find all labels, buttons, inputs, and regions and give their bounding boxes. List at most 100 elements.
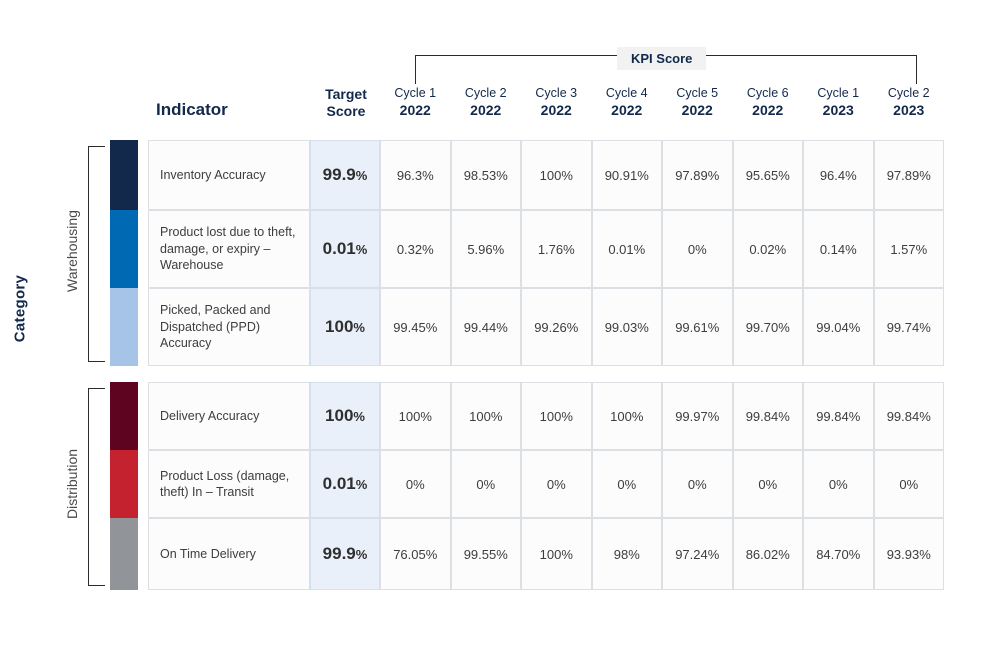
- cycle-year: 2022: [752, 101, 784, 118]
- column-header-cycle-2: Cycle 2 2022: [451, 86, 522, 119]
- kpi-value: 0.32%: [396, 241, 434, 257]
- cycle-name: Cycle 6: [746, 86, 789, 100]
- column-header-cycle-7: Cycle 1 2023: [803, 86, 874, 119]
- kpi-value: 98%: [613, 546, 640, 562]
- indicator-cell: Inventory Accuracy: [148, 140, 310, 210]
- kpi-value: 0%: [828, 476, 848, 492]
- kpi-value-cell: 0.14%: [803, 210, 874, 288]
- cycle-name: Cycle 3: [535, 86, 578, 100]
- kpi-value: 0%: [405, 476, 425, 492]
- kpi-value-cell: 0.32%: [380, 210, 451, 288]
- category-axis-label: Category: [11, 274, 29, 343]
- kpi-value-cell: 99.97%: [662, 382, 733, 450]
- target-score-percent-sign: %: [355, 242, 368, 257]
- table-row[interactable]: Inventory Accuracy 99.9% 96.3% 98.53% 100% 90…: [148, 140, 944, 210]
- cycle-year: 2022: [470, 101, 502, 118]
- kpi-value-cell: 99.74%: [873, 288, 944, 366]
- cycle-name: Cycle 1: [394, 86, 437, 100]
- target-score-label-line2: Score: [326, 102, 366, 119]
- kpi-value: 99.70%: [745, 319, 790, 335]
- kpi-value-cell: 99.61%: [662, 288, 733, 366]
- kpi-value: 100%: [539, 167, 573, 183]
- target-score-percent-sign: %: [355, 547, 368, 562]
- column-header-cycle-1: Cycle 1 2022: [380, 86, 451, 119]
- indicator-cell: Delivery Accuracy: [148, 382, 310, 450]
- table-row[interactable]: Product lost due to theft, damage, or ex…: [148, 210, 944, 288]
- kpi-value: 99.44%: [463, 319, 508, 335]
- cycle-name: Cycle 2: [887, 86, 930, 100]
- target-score-cell: 100%: [310, 288, 380, 366]
- target-score-percent-sign: %: [355, 477, 368, 492]
- kpi-value-cell: 99.84%: [732, 382, 803, 450]
- kpi-value: 0%: [758, 476, 778, 492]
- kpi-value-cell: 5.96%: [450, 210, 521, 288]
- kpi-value: 97.89%: [886, 167, 931, 183]
- kpi-value-cell: 0%: [521, 450, 592, 518]
- indicator-cell: On Time Delivery: [148, 518, 310, 590]
- kpi-value-cell: 95.65%: [732, 140, 803, 210]
- kpi-value-cell: 76.05%: [380, 518, 451, 590]
- kpi-value-cell: 100%: [521, 140, 592, 210]
- kpi-value-cell: 0%: [450, 450, 521, 518]
- kpi-value-cell: 100%: [591, 382, 662, 450]
- kpi-value-cell: 0.02%: [732, 210, 803, 288]
- target-score-value: 100%: [325, 406, 365, 426]
- target-score-number: 0.01: [322, 239, 356, 258]
- kpi-value-cell: 100%: [380, 382, 451, 450]
- kpi-value-cell: 99.45%: [380, 288, 451, 366]
- kpi-value: 0.14%: [819, 241, 857, 257]
- cycle-year: 2022: [540, 101, 572, 118]
- kpi-value: 99.03%: [604, 319, 649, 335]
- row-color-swatch: [110, 518, 138, 590]
- kpi-value: 98.53%: [463, 167, 508, 183]
- group-label-distribution: Distribution: [64, 448, 80, 520]
- kpi-value: 97.24%: [675, 546, 720, 562]
- column-header-cycle-4: Cycle 4 2022: [592, 86, 663, 119]
- kpi-value-cell: 99.84%: [803, 382, 874, 450]
- kpi-value: 99.26%: [534, 319, 579, 335]
- target-score-number: 99.9: [322, 165, 356, 184]
- kpi-value-cell: 0%: [732, 450, 803, 518]
- kpi-value-cell: 98%: [591, 518, 662, 590]
- table-row[interactable]: Picked, Packed and Dispatched (PPD) Accu…: [148, 288, 944, 366]
- table-row[interactable]: On Time Delivery 99.9% 76.05% 99.55% 100% 98%…: [148, 518, 944, 590]
- table-group-distribution: Delivery Accuracy 100% 100% 100% 100% 100% 99.…: [148, 382, 944, 590]
- group-bracket-warehousing: [88, 146, 105, 362]
- kpi-value: 84.70%: [816, 546, 861, 562]
- kpi-value: 99.04%: [816, 319, 861, 335]
- cycle-year: 2022: [611, 101, 643, 118]
- kpi-value-cell: 0%: [662, 450, 733, 518]
- kpi-score-group-label: KPI Score: [617, 47, 707, 70]
- cycle-year: 2023: [822, 101, 854, 118]
- target-score-percent-sign: %: [353, 409, 365, 424]
- table-row[interactable]: Product Loss (damage, theft) In – Transi…: [148, 450, 944, 518]
- kpi-value: 0.02%: [749, 241, 787, 257]
- target-score-cell: 100%: [310, 382, 380, 450]
- kpi-value: 99.55%: [463, 546, 508, 562]
- kpi-value: 0%: [546, 476, 566, 492]
- row-color-swatch: [110, 288, 138, 366]
- kpi-value: 5.96%: [467, 241, 505, 257]
- kpi-scorecard-table: Category KPI Score Indicator Target Scor…: [0, 0, 988, 653]
- kpi-value: 0%: [687, 476, 707, 492]
- table-row[interactable]: Delivery Accuracy 100% 100% 100% 100% 100% 99.…: [148, 382, 944, 450]
- kpi-value-cell: 0%: [380, 450, 451, 518]
- target-score-number: 0.01: [322, 474, 356, 493]
- kpi-value: 99.84%: [886, 408, 931, 424]
- kpi-value: 0.01%: [608, 241, 646, 257]
- column-header-indicator: Indicator: [156, 100, 228, 119]
- kpi-value-cell: 0%: [591, 450, 662, 518]
- row-color-swatch: [110, 382, 138, 450]
- kpi-value: 99.84%: [816, 408, 861, 424]
- kpi-value-cell: 96.4%: [803, 140, 874, 210]
- kpi-value-cell: 98.53%: [450, 140, 521, 210]
- target-score-value: 0.01%: [323, 474, 368, 494]
- column-header-cycle-8: Cycle 2 2023: [874, 86, 945, 119]
- cycle-name: Cycle 4: [605, 86, 648, 100]
- kpi-value-cell: 86.02%: [732, 518, 803, 590]
- target-score-label-line1: Target: [325, 86, 367, 102]
- kpi-value: 100%: [469, 408, 503, 424]
- kpi-value: 1.76%: [537, 241, 575, 257]
- kpi-value-cell: 90.91%: [591, 140, 662, 210]
- kpi-value: 86.02%: [745, 546, 790, 562]
